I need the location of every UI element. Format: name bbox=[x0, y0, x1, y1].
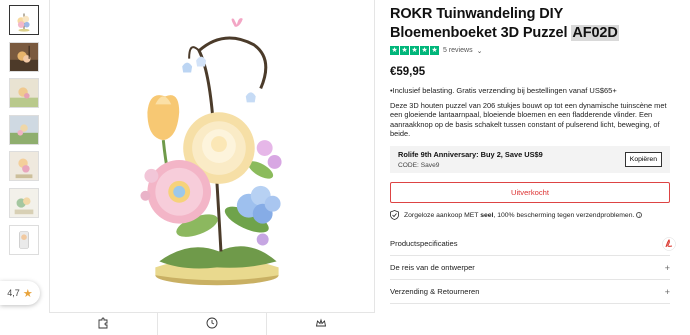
clock-icon bbox=[206, 317, 218, 329]
promo-code: CODE: Save9 bbox=[398, 162, 440, 170]
guarantee-text-end: , 100% bescherming tegen verzendprobleme… bbox=[493, 211, 635, 219]
product-info: ROKR Tuinwandeling DIY Bloemenboeket 3D … bbox=[390, 0, 670, 221]
product-title-text: ROKR Tuinwandeling DIY Bloemenboeket 3D … bbox=[390, 6, 568, 41]
thumbnail-3[interactable] bbox=[9, 78, 39, 109]
accordion-label: De reis van de ontwerper bbox=[390, 263, 475, 272]
guarantee-text: Zorgeloze aankoop MET seel, 100% bescher… bbox=[404, 211, 643, 219]
crown-icon bbox=[315, 318, 327, 327]
thumbnail-4[interactable] bbox=[9, 114, 39, 145]
main-product-image[interactable] bbox=[49, 0, 375, 312]
info-icon[interactable]: i bbox=[636, 211, 643, 218]
copy-code-button[interactable]: Kopiëren bbox=[624, 152, 662, 168]
thumbnail-2[interactable] bbox=[9, 41, 39, 72]
accordion-shipping-returns[interactable]: Verzending & Retourneren + bbox=[390, 280, 670, 304]
thumbnail-strip bbox=[9, 5, 39, 261]
promo-title: Rolife 9th Anniversary: Buy 2, Save US$9 bbox=[398, 150, 543, 160]
feature-level bbox=[267, 313, 375, 335]
product-price: €59,95 bbox=[390, 66, 426, 78]
rating-value: 4,7 bbox=[7, 288, 20, 298]
rating-badge[interactable]: 4,7 ★ bbox=[0, 281, 40, 305]
accordion-label: Productspecificaties bbox=[390, 239, 458, 248]
purchase-guarantee: Zorgeloze aankoop MET seel, 100% bescher… bbox=[390, 210, 670, 221]
feature-time bbox=[158, 313, 267, 335]
shield-icon bbox=[390, 210, 399, 221]
thumbnail-1[interactable] bbox=[9, 5, 39, 35]
accordion-designer-journey[interactable]: De reis van de ontwerper + bbox=[390, 256, 670, 280]
flower-bouquet-illustration bbox=[50, 0, 374, 312]
chevron-down-icon[interactable]: ⌄ bbox=[477, 47, 483, 55]
tax-shipping-note: •Inclusief belasting. Gratis verzending … bbox=[390, 86, 617, 95]
product-title: ROKR Tuinwandeling DIY Bloemenboeket 3D … bbox=[390, 5, 670, 43]
feature-icons-row bbox=[49, 312, 375, 335]
thumbnail-5[interactable] bbox=[9, 151, 39, 182]
star-icon: ★ bbox=[400, 46, 409, 55]
star-icon: ★ bbox=[390, 46, 399, 55]
star-icon: ★ bbox=[410, 46, 419, 55]
puzzle-icon bbox=[98, 317, 108, 329]
reviews-summary[interactable]: ★ ★ ★ ★ ★ 5 reviews ⌄ bbox=[390, 46, 670, 55]
accordion-label: Verzending & Retourneren bbox=[390, 287, 480, 296]
guarantee-brand: seel bbox=[480, 211, 494, 219]
star-icon: ★ bbox=[430, 46, 439, 55]
product-description: Deze 3D houten puzzel van 206 stukjes bo… bbox=[390, 101, 667, 138]
accordion-product-specs[interactable]: Productspecificaties bbox=[390, 232, 676, 256]
thumbnail-7[interactable] bbox=[9, 224, 39, 255]
plus-icon[interactable]: + bbox=[665, 263, 670, 273]
promo-box: Rolife 9th Anniversary: Buy 2, Save US$9… bbox=[390, 146, 670, 174]
star-icon: ★ bbox=[420, 46, 429, 55]
reviews-count[interactable]: 5 reviews bbox=[443, 47, 473, 54]
product-code: AF02D bbox=[571, 25, 619, 41]
sold-out-button[interactable]: Uitverkocht bbox=[390, 182, 670, 204]
feature-pieces bbox=[49, 313, 158, 335]
trustpilot-stars: ★ ★ ★ ★ ★ bbox=[390, 46, 439, 55]
plus-icon[interactable]: + bbox=[665, 287, 670, 297]
star-icon: ★ bbox=[22, 287, 33, 300]
guarantee-text-start: Zorgeloze aankoop MET bbox=[404, 211, 481, 219]
thumbnail-6[interactable] bbox=[9, 187, 39, 218]
pdf-icon[interactable] bbox=[662, 236, 676, 251]
